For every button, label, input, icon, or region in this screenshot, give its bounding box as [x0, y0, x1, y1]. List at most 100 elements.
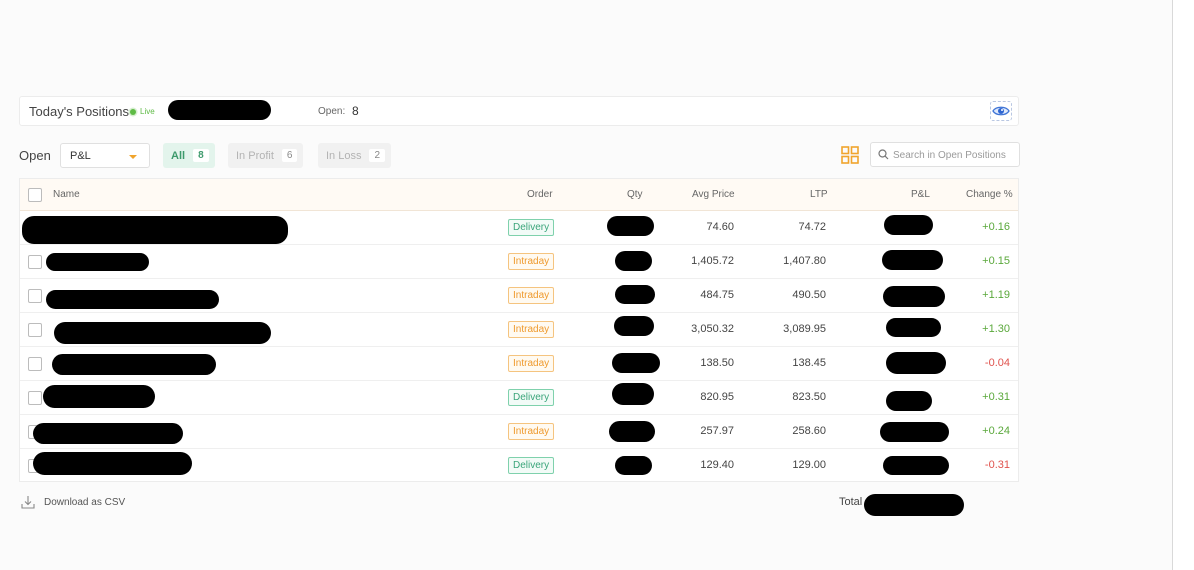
redacted-name: [22, 216, 288, 244]
row-checkbox[interactable]: [28, 255, 42, 269]
sort-select-value: P&L: [70, 150, 91, 162]
redacted-name: [46, 253, 149, 271]
live-label: Live: [140, 107, 155, 116]
redacted-account: [168, 100, 271, 120]
row-checkbox[interactable]: [28, 357, 42, 371]
avg-price-cell: 74.60: [706, 221, 734, 233]
avg-price-cell: 820.95: [700, 391, 734, 403]
change-percent-cell: +0.16: [982, 221, 1010, 233]
column-header-avg-price[interactable]: Avg Price: [692, 189, 735, 200]
redacted-qty: [607, 216, 654, 236]
column-header-qty[interactable]: Qty: [627, 189, 643, 200]
column-header-name[interactable]: Name: [53, 189, 80, 200]
ltp-cell: 129.00: [792, 459, 826, 471]
change-percent-cell: +0.24: [982, 425, 1010, 437]
order-type-badge: Delivery: [508, 457, 555, 474]
avg-price-cell: 484.75: [700, 289, 734, 301]
change-percent-cell: +0.15: [982, 255, 1010, 267]
order-type-badge: Intraday: [508, 253, 555, 270]
order-type-badge: Delivery: [508, 219, 555, 236]
order-type-badge: Intraday: [508, 321, 555, 338]
change-percent-cell: +1.19: [982, 289, 1010, 301]
redacted-qty: [609, 421, 655, 442]
ltp-cell: 138.45: [792, 357, 826, 369]
filter-chip-in-profit[interactable]: In Profit 6: [228, 143, 304, 168]
chevron-down-icon: [129, 155, 137, 159]
table-row[interactable]: Delivery 820.95 823.50 +0.31: [20, 381, 1018, 415]
column-header-ltp[interactable]: LTP: [810, 189, 828, 200]
change-percent-cell: +0.31: [982, 391, 1010, 403]
redacted-pnl: [883, 286, 945, 307]
filter-chip-all[interactable]: All 8: [163, 143, 215, 168]
row-checkbox[interactable]: [28, 323, 42, 337]
ltp-cell: 1,407.80: [783, 255, 826, 267]
filter-chip-in-loss[interactable]: In Loss 2: [318, 143, 392, 168]
order-type-badge: Delivery: [508, 389, 555, 406]
download-icon: [21, 496, 35, 509]
live-indicator-icon: [130, 109, 136, 115]
download-csv-label: Download as CSV: [44, 496, 126, 508]
redacted-name: [33, 452, 192, 475]
filter-chip-label: In Profit: [236, 149, 274, 162]
redacted-qty: [612, 383, 654, 405]
search-box[interactable]: [870, 142, 1020, 167]
redacted-qty: [615, 251, 652, 271]
download-csv-link[interactable]: Download as CSV: [21, 495, 125, 509]
filter-chip-count: 8: [193, 149, 209, 162]
column-header-order[interactable]: Order: [527, 189, 553, 200]
ltp-cell: 258.60: [792, 425, 826, 437]
search-icon: [878, 149, 889, 160]
ltp-cell: 3,089.95: [783, 323, 826, 335]
redacted-name: [46, 290, 219, 309]
change-percent-cell: -0.31: [984, 459, 1010, 471]
column-header-change[interactable]: Change %: [966, 189, 1013, 200]
redacted-pnl: [880, 422, 949, 442]
redacted-pnl: [884, 215, 933, 235]
redacted-pnl: [883, 456, 949, 475]
redacted-qty: [614, 316, 654, 336]
avg-price-cell: 1,405.72: [691, 255, 734, 267]
redacted-qty: [615, 285, 655, 304]
ltp-cell: 823.50: [792, 391, 826, 403]
redacted-name: [43, 385, 155, 408]
avg-price-cell: 3,050.32: [691, 323, 734, 335]
open-count: 8: [352, 104, 359, 118]
order-type-badge: Intraday: [508, 287, 555, 304]
grid-view-icon[interactable]: [841, 146, 859, 164]
redacted-pnl: [886, 352, 946, 374]
table-row[interactable]: Intraday 1,405.72 1,407.80 +0.15: [20, 245, 1018, 279]
filter-chip-count: 6: [281, 149, 298, 162]
redacted-name: [33, 423, 183, 444]
filter-chip-label: All: [171, 149, 186, 162]
select-all-checkbox[interactable]: [28, 188, 42, 202]
redacted-qty: [615, 456, 652, 475]
side-panel-divider: [1172, 0, 1194, 570]
open-label: Open:: [318, 106, 346, 117]
change-percent-cell: +1.30: [982, 323, 1010, 335]
row-checkbox[interactable]: [28, 289, 42, 303]
avg-price-cell: 129.40: [700, 459, 734, 471]
redacted-name: [54, 322, 271, 344]
column-header-pnl[interactable]: P&L: [911, 189, 930, 200]
ltp-cell: 490.50: [792, 289, 826, 301]
redacted-qty: [612, 353, 660, 373]
change-percent-cell: -0.04: [984, 357, 1010, 369]
order-type-badge: Intraday: [508, 355, 555, 372]
order-type-badge: Intraday: [508, 423, 555, 440]
open-heading: Open: [19, 148, 51, 163]
table-header: Name Order Qty Avg Price LTP P&L Change …: [20, 179, 1018, 211]
row-checkbox[interactable]: [28, 391, 42, 405]
total-label: Total: [839, 496, 863, 508]
ltp-cell: 74.72: [798, 221, 826, 233]
sort-select[interactable]: P&L: [60, 143, 150, 168]
page-title: Today's Positions: [29, 104, 130, 119]
redacted-pnl: [886, 391, 932, 411]
redacted-pnl: [886, 318, 941, 337]
filter-chip-label: In Loss: [326, 149, 362, 162]
redacted-pnl: [882, 250, 943, 270]
eye-icon[interactable]: [990, 101, 1012, 121]
search-input[interactable]: [893, 147, 1017, 163]
avg-price-cell: 138.50: [700, 357, 734, 369]
redacted-total: [864, 494, 964, 516]
redacted-name: [52, 354, 216, 375]
